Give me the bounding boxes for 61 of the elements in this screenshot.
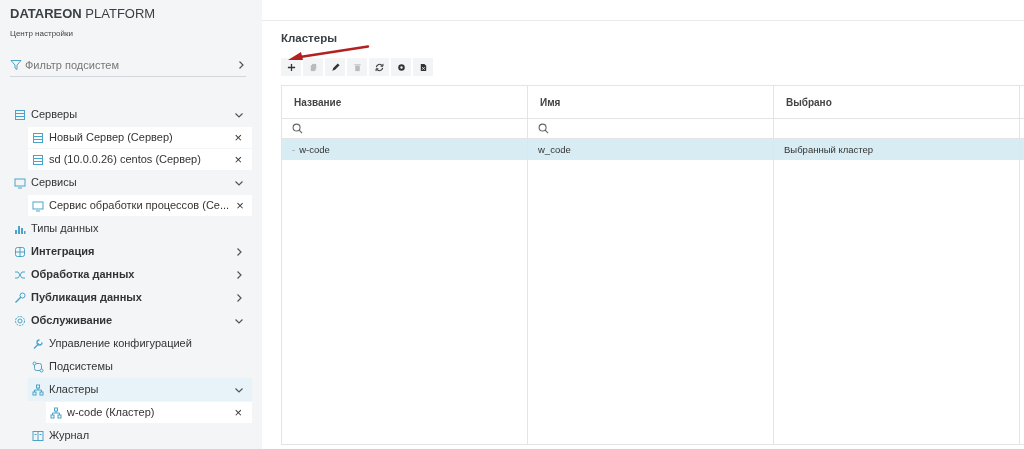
- spreadsheet-export-icon: [418, 62, 428, 72]
- refresh-button[interactable]: [369, 58, 389, 77]
- filter-icon: [10, 58, 22, 71]
- sidebar-item[interactable]: Сервисы: [10, 171, 252, 194]
- gear-button[interactable]: [391, 58, 411, 77]
- sidebar-item[interactable]: Публикация данных: [10, 286, 252, 309]
- journal-icon: [32, 429, 44, 442]
- wrench-icon: [32, 337, 44, 350]
- open-tab[interactable]: w-code (Кластер) ×: [46, 402, 252, 423]
- grid-icon: [14, 245, 26, 258]
- hierarchy-icon: [32, 383, 44, 396]
- gear-icon: [396, 62, 406, 72]
- monitor-icon: [32, 199, 44, 212]
- sidebar-item[interactable]: Обработка данных: [10, 263, 252, 286]
- column-header: Выбрано: [774, 86, 1020, 120]
- close-button[interactable]: ×: [232, 406, 244, 419]
- table-cell: w_code: [538, 142, 571, 157]
- refresh-icon: [374, 62, 384, 72]
- sidebar-item[interactable]: Обслуживание: [10, 309, 252, 332]
- open-tab[interactable]: Новый Сервер (Сервер) ×: [28, 127, 252, 148]
- chevron-right-icon: [236, 59, 246, 70]
- app-subtitle: Центр настройки: [10, 27, 74, 40]
- open-tab[interactable]: Сервис обработки процессов (Се... ×: [28, 195, 252, 216]
- sidebar-item[interactable]: Кластеры: [28, 378, 252, 401]
- sidebar-item[interactable]: Серверы: [10, 103, 252, 126]
- brand-logo: DATAREON PLATFORM: [10, 5, 157, 23]
- chevron-right-icon[interactable]: [234, 246, 244, 257]
- server-icon: [14, 108, 26, 121]
- nodes-icon: [32, 360, 44, 373]
- subsystem-filter[interactable]: Фильтр подсистем: [10, 53, 246, 77]
- page-title: Кластеры: [281, 31, 337, 46]
- spreadsheet-export-button[interactable]: [413, 58, 433, 77]
- add-button[interactable]: [281, 58, 301, 77]
- pencil-button[interactable]: [325, 58, 345, 77]
- copy-icon: [308, 62, 318, 72]
- search-icon[interactable]: [292, 123, 303, 135]
- trash-icon: [352, 62, 362, 72]
- server-icon: [32, 153, 44, 166]
- sidebar-item[interactable]: Журнал: [28, 424, 252, 447]
- close-button[interactable]: ×: [234, 199, 246, 212]
- server-icon: [32, 131, 44, 144]
- sidebar-item[interactable]: Управление конфигурацией: [28, 332, 252, 355]
- pencil-icon: [330, 62, 340, 72]
- table-cell: Выбранный кластер: [784, 142, 874, 157]
- open-tab[interactable]: sd (10.0.0.26) centos (Сервер) ×: [28, 149, 252, 170]
- close-button[interactable]: ×: [232, 131, 244, 144]
- chevron-right-icon[interactable]: [234, 292, 244, 303]
- shuffle-icon: [14, 268, 26, 281]
- close-button[interactable]: ×: [232, 153, 244, 166]
- chevron-right-icon[interactable]: [234, 269, 244, 280]
- sidebar-item[interactable]: Типы данных: [10, 217, 252, 240]
- column-header: Название: [282, 86, 528, 120]
- column-header: Имя: [528, 86, 774, 120]
- search-icon[interactable]: [538, 123, 549, 135]
- table-cell: w-code: [299, 142, 330, 157]
- add-icon: [286, 62, 296, 72]
- gear-icon: [14, 314, 26, 327]
- sidebar-item[interactable]: Подсистемы: [28, 355, 252, 378]
- monitor-icon: [14, 176, 26, 189]
- hierarchy-icon: [50, 406, 62, 419]
- sidebar-item[interactable]: Интеграция: [10, 240, 252, 263]
